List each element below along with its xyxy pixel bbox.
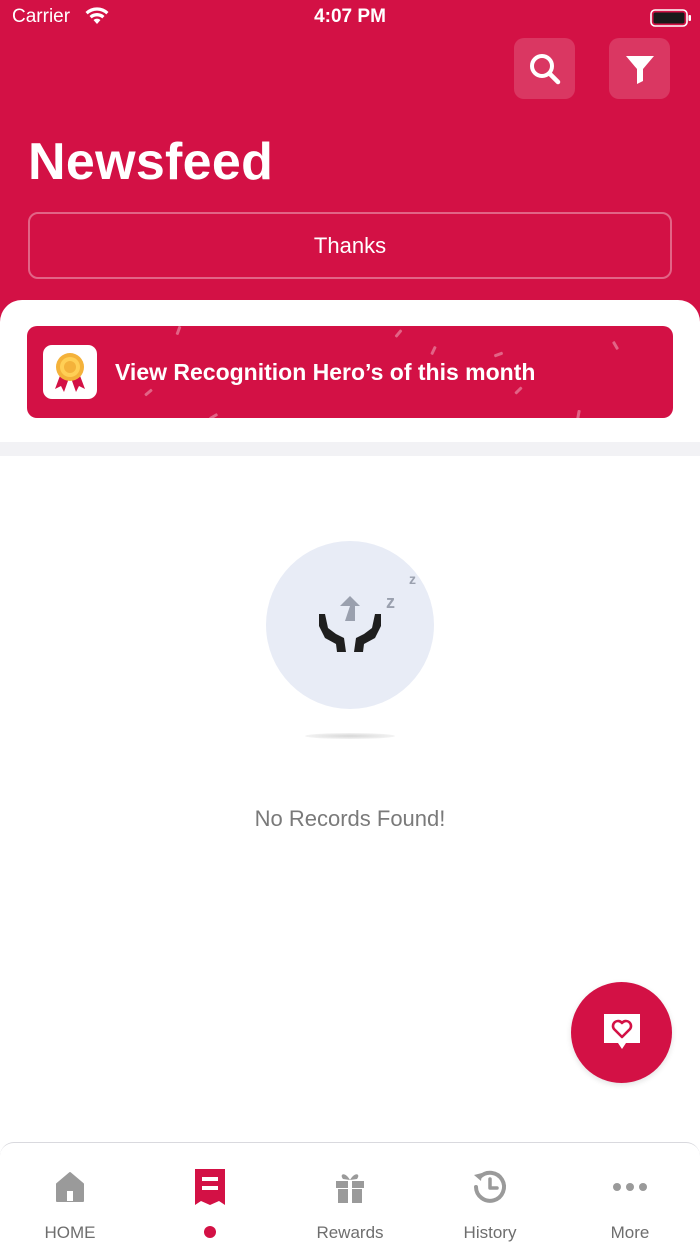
battery-icon <box>650 9 691 27</box>
search-button[interactable] <box>514 38 575 99</box>
tab-thanks-label: Thanks <box>313 232 387 258</box>
gift-icon <box>336 1174 364 1203</box>
award-ribbon-icon <box>55 353 85 392</box>
nav-icon-wrap <box>140 1167 280 1207</box>
home-icon <box>56 1172 84 1202</box>
nav-item-rewards[interactable]: Rewards <box>280 1143 420 1244</box>
empty-state-message: No Records Found! <box>254 806 446 831</box>
nav-label-more: More <box>610 1223 650 1242</box>
nav-label-history: History <box>463 1223 517 1242</box>
recognition-hero-banner[interactable]: View Recognition Hero’s of this month <box>27 326 673 418</box>
bottom-nav: HOME Rewards History More <box>0 1142 700 1244</box>
more-dots-icon <box>613 1183 647 1191</box>
nav-active-indicator <box>204 1226 216 1238</box>
nav-item-newsfeed[interactable] <box>140 1143 280 1244</box>
nav-label-home: HOME <box>44 1223 96 1242</box>
nav-icon-wrap <box>560 1167 700 1207</box>
sleep-z-large: z <box>386 592 395 612</box>
history-icon <box>474 1170 506 1203</box>
status-bar: Carrier 4:07 PM <box>0 0 700 36</box>
nav-icon-wrap <box>280 1167 420 1207</box>
newsfeed-icon <box>195 1169 225 1205</box>
sleep-z-small: z <box>409 571 416 587</box>
empty-state-shadow <box>305 733 395 739</box>
filter-button[interactable] <box>609 38 670 99</box>
hands-sleeping-icon: z z <box>319 571 416 652</box>
confetti-decoration <box>576 409 581 418</box>
hero-badge <box>43 345 97 399</box>
header: Carrier 4:07 PM Newsfeed Thanks <box>0 0 700 330</box>
nav-icon-wrap <box>420 1167 560 1207</box>
search-icon <box>529 53 560 84</box>
nav-label-rewards: Rewards <box>316 1223 384 1242</box>
nav-item-more[interactable]: More <box>560 1143 700 1244</box>
nav-icon-wrap <box>0 1167 140 1207</box>
heart-message-icon <box>603 1013 640 1049</box>
nav-item-home[interactable]: HOME <box>0 1143 140 1244</box>
tab-thanks[interactable]: Thanks <box>28 212 672 279</box>
newsfeed-screen: Carrier 4:07 PM Newsfeed Thanks View Rec… <box>0 0 700 1244</box>
page-title: Newsfeed <box>28 133 274 191</box>
give-recognition-fab[interactable] <box>571 982 672 1083</box>
hero-banner-label: View Recognition Hero’s of this month <box>115 359 536 385</box>
nav-item-history[interactable]: History <box>420 1143 560 1244</box>
confetti-decoration <box>611 340 620 351</box>
clock: 4:07 PM <box>314 6 386 27</box>
section-divider <box>0 442 700 456</box>
filter-icon <box>625 55 654 84</box>
